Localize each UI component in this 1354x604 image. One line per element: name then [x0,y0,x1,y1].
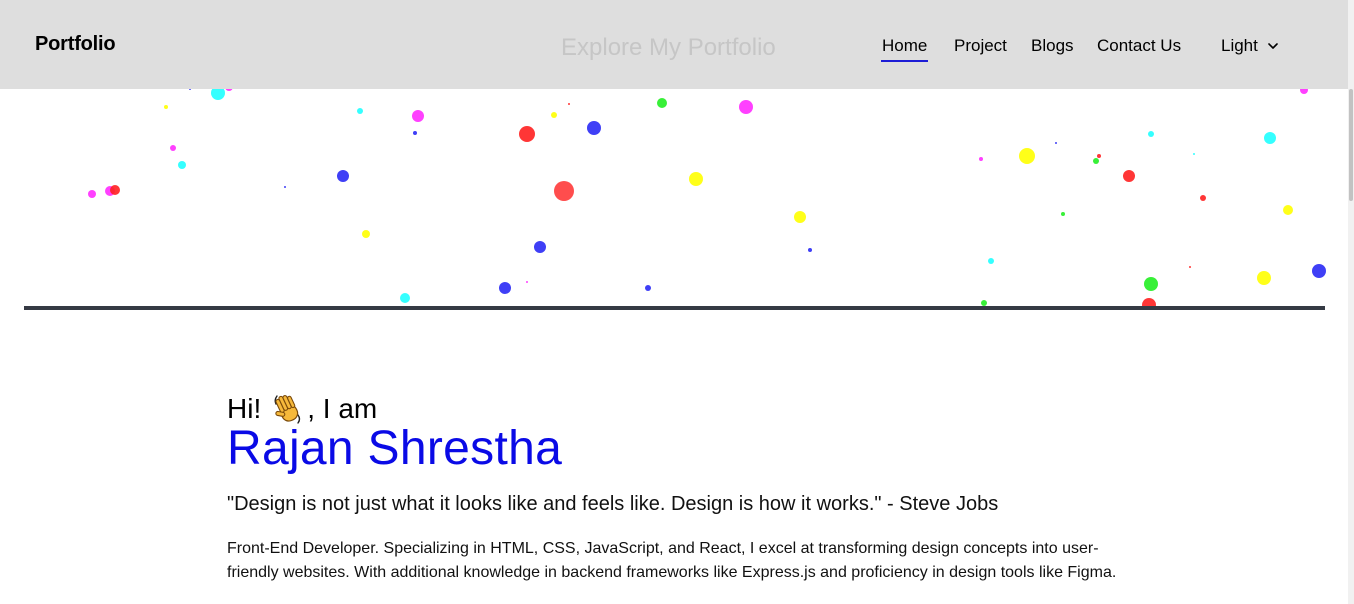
particle-dot [689,172,703,186]
particle-dot [110,185,120,195]
particle-dot [1144,277,1158,291]
particle-dot [412,110,424,122]
particle-dot [1097,154,1101,158]
particle-dot [554,181,574,201]
nav-link-home[interactable]: Home [880,36,929,62]
particle-dot [88,190,96,198]
particle-dot [794,211,806,223]
particle-dot [362,230,370,238]
particle-dot [568,103,570,105]
particle-dot [284,186,286,188]
particle-dot [1283,205,1293,215]
particle-dot [526,281,528,283]
particle-dot [1148,131,1154,137]
brand-logo-link[interactable]: Portfolio [35,33,116,56]
particle-dot [657,98,667,108]
page-scrollbar[interactable] [1348,0,1354,604]
particle-dot [413,131,417,135]
particle-dot [178,161,186,169]
particle-dot [170,145,176,151]
navbar: Portfolio Explore My Portfolio Home Proj… [0,0,1348,89]
particle-dot [357,108,363,114]
greeting-suffix: , I am [307,393,378,424]
particle-dot [551,112,557,118]
particle-dot [808,248,812,252]
particle-dot [1200,195,1206,201]
hero-section: Hi! , I am Rajan Shrestha "Design is not… [227,392,1127,584]
particle-dot [587,121,601,135]
hero-greeting: Hi! , I am [227,392,1127,426]
particle-dot [1061,212,1065,216]
particle-dot [1189,266,1191,268]
nav-link-contact-us[interactable]: Contact Us [1097,36,1181,56]
particle-dot [1123,170,1135,182]
particle-dot [534,241,546,253]
nav-link-project[interactable]: Project [954,36,1007,56]
scrollbar-thumb[interactable] [1349,89,1353,201]
particle-dot [337,170,349,182]
chevron-down-icon [1268,43,1278,49]
particle-dot [988,258,994,264]
theme-dropdown[interactable]: Light [1221,36,1278,56]
navbar-center-title: Explore My Portfolio [561,34,776,61]
particle-dot [1193,153,1195,155]
particle-dot [1055,142,1057,144]
particle-dot [979,157,983,161]
particle-dot [1312,264,1326,278]
particle-dot [645,285,651,291]
particle-dot [1093,158,1099,164]
theme-dropdown-value: Light [1221,36,1258,55]
particle-dot [739,100,753,114]
greeting-prefix: Hi! [227,393,262,424]
hero-bio: Front-End Developer. Specializing in HTM… [227,540,1117,581]
particle-dot [1264,132,1276,144]
particle-dot [499,282,511,294]
nav-link-blogs[interactable]: Blogs [1031,36,1074,56]
waving-hand-icon [274,395,301,424]
particle-dot [1019,148,1035,164]
particle-dot [164,105,168,109]
hero-name: Rajan Shrestha [227,422,563,475]
particle-dot [519,126,535,142]
particle-dot [1257,271,1271,285]
hero-divider [24,306,1325,310]
hero-quote: "Design is not just what it looks like a… [227,493,999,515]
particle-dot [400,293,410,303]
